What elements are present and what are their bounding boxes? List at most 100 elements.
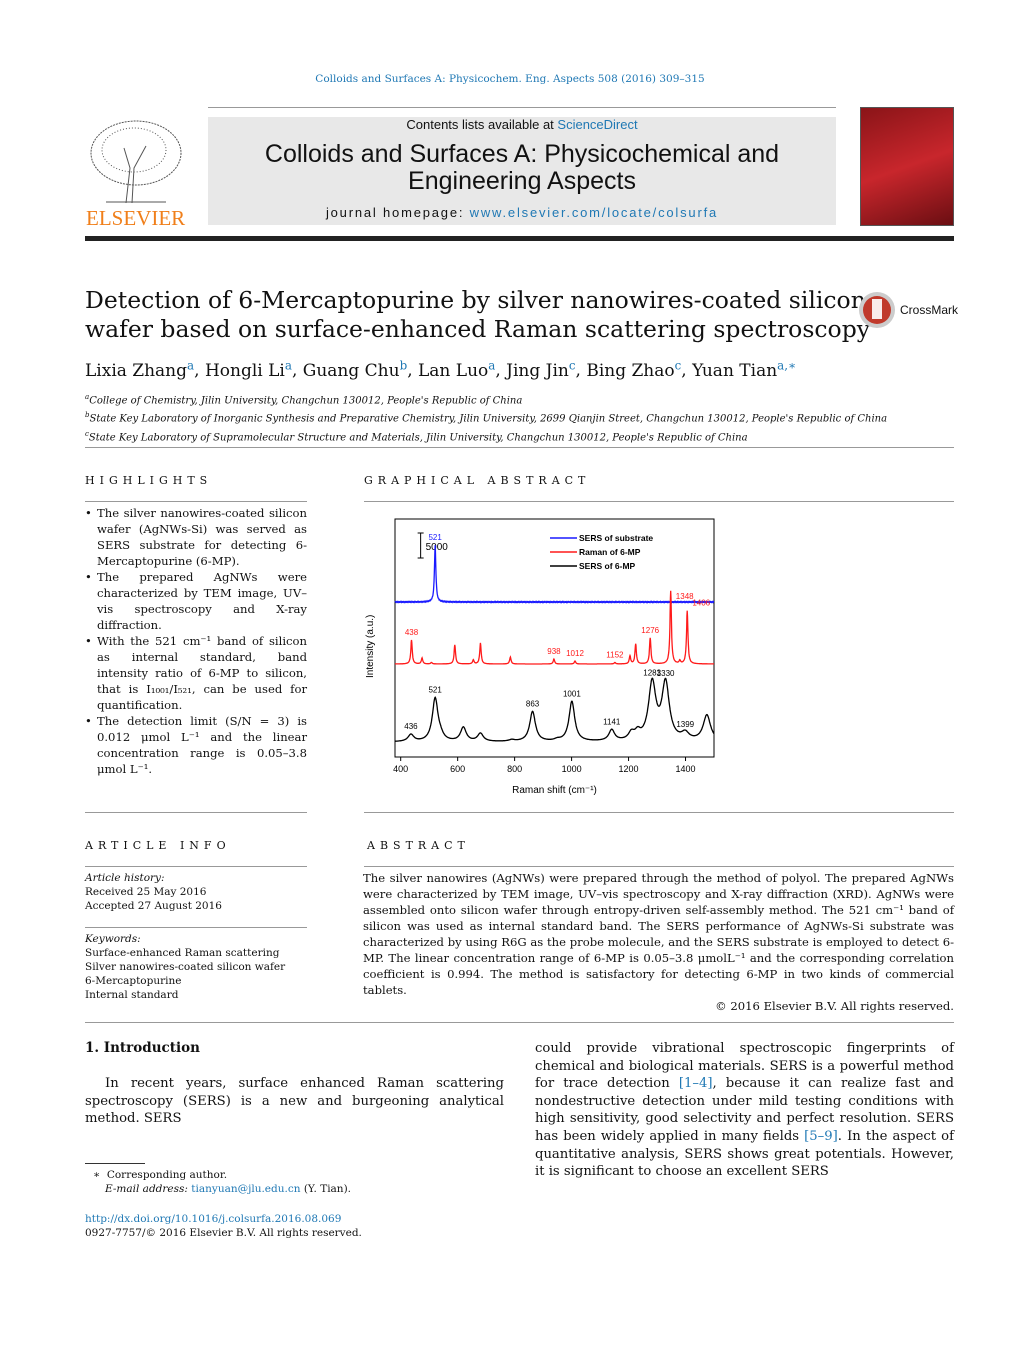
affiliation-text: State Key Laboratory of Supramolecular S… [88,431,748,443]
author-affiliation-mark: a,∗ [777,358,797,372]
x-tick-label: 1400 [676,764,696,774]
highlight-item: The silver nanowires-coated silicon wafe… [85,505,307,569]
homepage-prefix: journal homepage: [325,205,470,220]
journal-cover-image [860,107,954,226]
x-tick-label: 1200 [619,764,639,774]
intro-column-1: In recent years, surface enhanced Raman … [85,1076,504,1127]
divider [85,812,307,813]
affiliation: bState Key Laboratory of Inorganic Synth… [85,408,887,426]
divider [364,501,954,502]
peak-label: 436 [404,722,418,731]
separator: , [291,360,303,381]
abstract-body: The silver nanowires (AgNWs) were prepar… [363,870,954,1014]
highlight-item: The prepared AgNWs were characterized by… [85,569,307,633]
plot-frame [394,518,715,758]
keyword: Silver nanowires-coated silicon wafer [85,961,286,973]
author[interactable]: Jing Jinc [506,358,576,381]
peak-label: 521 [428,533,442,542]
author-list: Lixia Zhanga, Hongli Lia, Guang Chub, La… [85,358,796,381]
doi-block: http://dx.doi.org/10.1016/j.colsurfa.201… [85,1212,362,1240]
separator: , [575,360,587,381]
author-name: Jing Jin [506,360,569,381]
series-line [394,545,715,604]
author[interactable]: Hongli Lia [205,358,292,381]
author[interactable]: Lan Luoa [418,358,495,381]
crossmark-button[interactable]: CrossMark [858,291,958,329]
title-line: wafer based on surface-enhanced Raman sc… [85,315,871,343]
issn-line: 0927-7757/© 2016 Elsevier B.V. All right… [85,1227,362,1239]
legend-label: Raman of 6-MP [579,547,641,557]
highlights-heading: HIGHLIGHTS [85,474,213,487]
author-name: Lan Luo [418,360,489,381]
peak-label: 1406 [692,599,710,608]
doi-link[interactable]: http://dx.doi.org/10.1016/j.colsurfa.201… [85,1213,341,1225]
divider [85,927,307,928]
author[interactable]: Lixia Zhanga [85,358,194,381]
peak-label: 1152 [606,650,624,659]
abstract-text: The silver nanowires (AgNWs) were prepar… [363,871,954,997]
peak-label: 1001 [563,689,581,698]
affiliations: aCollege of Chemistry, Jilin University,… [85,390,887,445]
footnote-star: ∗ [93,1169,101,1181]
x-tick-label: 600 [450,764,465,774]
keywords: Keywords: Surface-enhanced Raman scatter… [85,932,307,1002]
separator: , [495,360,507,381]
graphical-abstract-heading: GRAPHICAL ABSTRACT [364,474,591,487]
journal-citation[interactable]: Colloids and Surfaces A: Physicochem. En… [0,73,1020,85]
divider [85,866,307,867]
journal-banner: Contents lists available at ScienceDirec… [208,117,836,225]
peak-label: 1012 [566,649,584,658]
affiliation: cState Key Laboratory of Supramolecular … [85,427,887,445]
reference-link[interactable]: [5–9] [804,1129,838,1144]
journal-title: Colloids and Surfaces A: Physicochemical… [208,141,836,195]
footnote-corresponding: Corresponding author. [106,1169,228,1181]
intro-column-2: could provide vibrational spectroscopic … [535,1040,954,1181]
section-heading-introduction: 1. Introduction [85,1040,200,1056]
peak-label: 1399 [676,720,694,729]
sciencedirect-link[interactable]: ScienceDirect [557,117,637,132]
contents-prefix: Contents lists available at [406,117,558,132]
author-affiliation-mark: c [568,358,576,372]
footnote: ∗ Corresponding author. E-mail address: … [93,1168,351,1196]
crossmark-label: CrossMark [900,303,959,317]
author[interactable]: Yuan Tiana,∗ [692,358,797,381]
footnote-rule [85,1163,145,1164]
divider [85,447,954,448]
peak-label: 938 [547,647,561,656]
email-link[interactable]: tianyuan@jlu.edu.cn [191,1183,300,1195]
article-info-heading: ARTICLE INFO [85,839,231,852]
header-bar [85,236,954,241]
abstract-heading: ABSTRACT [367,839,470,852]
affiliation-text: College of Chemistry, Jilin University, … [89,395,523,407]
x-axis-label: Raman shift (cm⁻¹) [512,785,597,796]
scale-bar-label: 5000 [426,542,449,553]
keyword: 6-Mercaptopurine [85,975,182,987]
elsevier-tree-icon [86,118,184,206]
article-history: Article history: Received 25 May 2016 Ac… [85,871,307,913]
author-name: Yuan Tian [692,360,778,381]
peak-label: 1330 [657,669,675,678]
author[interactable]: Bing Zhaoc [586,358,681,381]
affiliation: aCollege of Chemistry, Jilin University,… [85,390,887,408]
series-line [395,677,715,742]
author-affiliation-mark: a [284,358,292,372]
author-name: Guang Chu [302,360,400,381]
author[interactable]: Guang Chub [302,358,407,381]
journal-title-line: Colloids and Surfaces A: Physicochemical… [264,140,780,168]
peak-label: 863 [526,699,540,708]
x-tick-label: 800 [507,764,522,774]
reference-link[interactable]: [1–4] [679,1076,713,1091]
crossmark-icon [859,292,895,328]
accepted-date: Accepted 27 August 2016 [85,900,222,912]
email-label: E-mail address: [105,1183,192,1195]
journal-title-line: Engineering Aspects [408,167,636,195]
separator: , [407,360,418,381]
keyword: Surface-enhanced Raman scattering [85,947,280,959]
peak-label: 1276 [641,626,659,635]
history-label: Article history: [85,872,165,884]
author-name: Lixia Zhang [85,360,188,381]
keywords-label: Keywords: [85,933,141,945]
homepage-link[interactable]: www.elsevier.com/locate/colsurfa [470,205,718,220]
peak-label: 521 [428,685,442,694]
received-date: Received 25 May 2016 [85,886,207,898]
